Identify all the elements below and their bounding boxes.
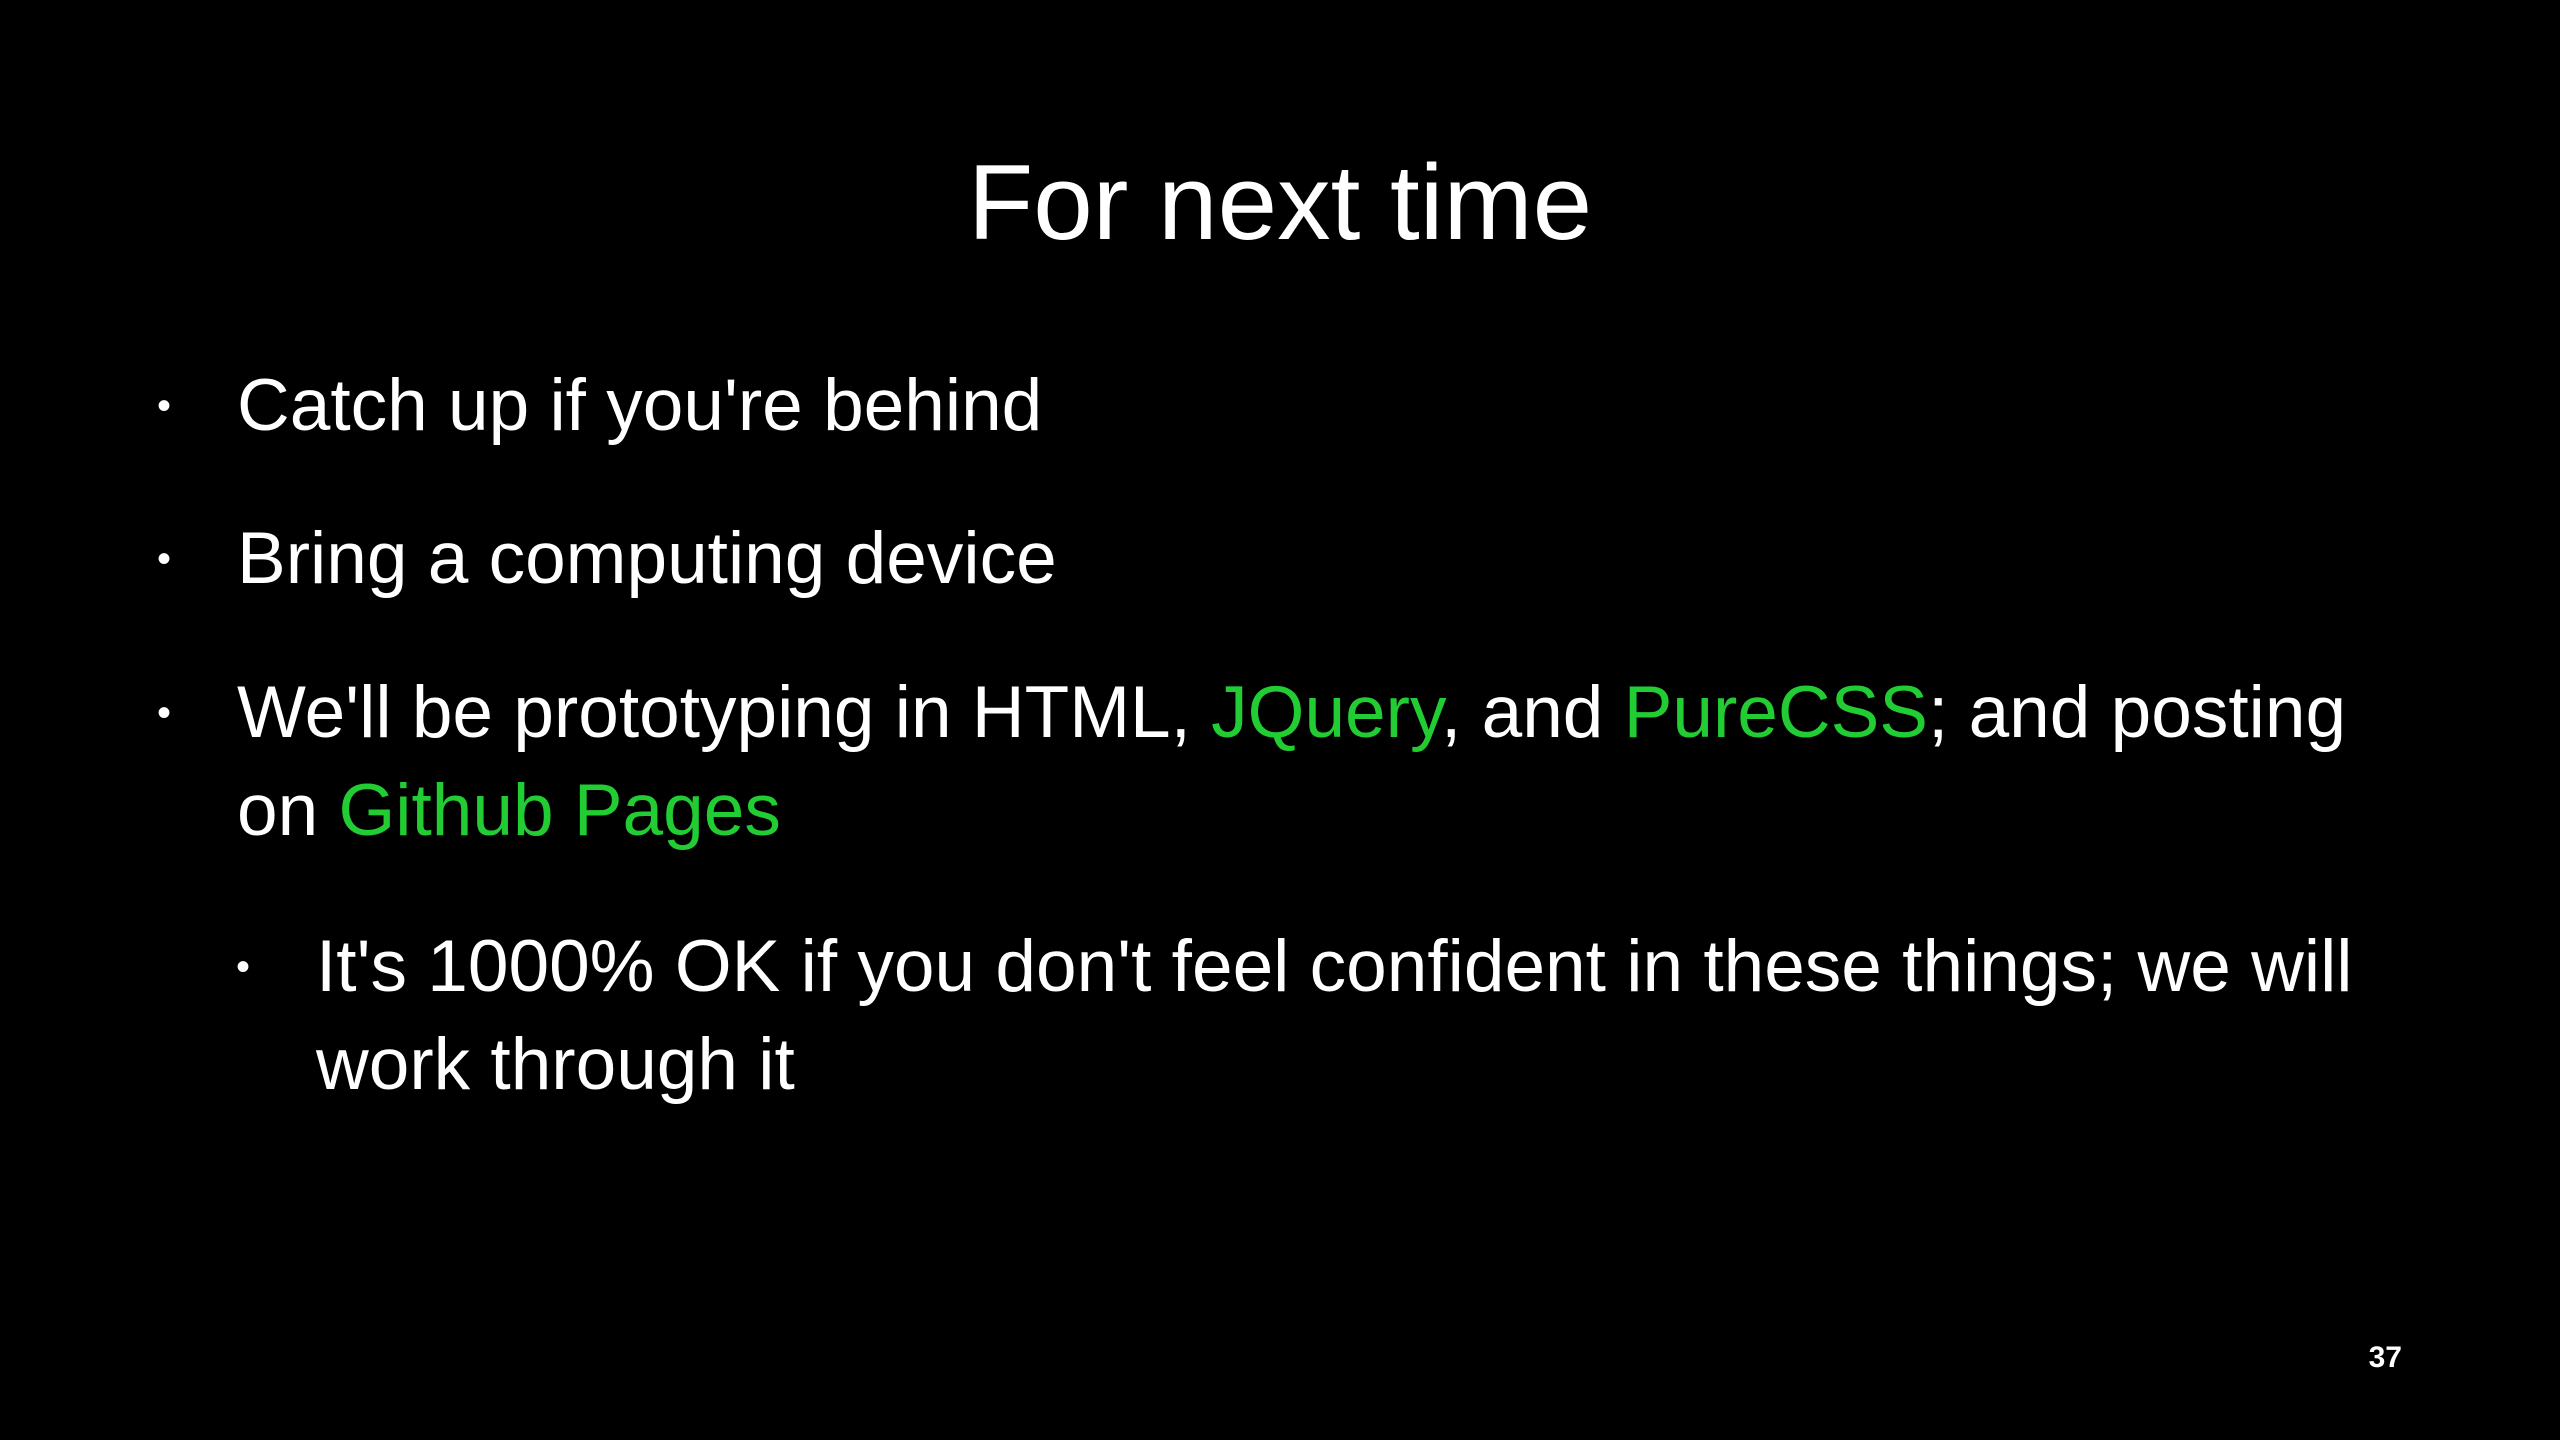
bullet-text-segment: We'll be prototyping in HTML, <box>237 672 1212 753</box>
bullet-text-segment: Bring a computing device <box>237 518 1057 599</box>
jquery-link[interactable]: JQuery <box>1211 672 1441 753</box>
purecss-link[interactable]: PureCSS <box>1624 672 1928 753</box>
bullet-dot-icon: • <box>157 384 172 428</box>
bullet-item: • Bring a computing device <box>157 510 2437 608</box>
bullet-dot-icon: • <box>236 945 251 989</box>
sub-bullet-text: It's 1000% OK if you don't feel confiden… <box>316 918 2396 1114</box>
bullet-text: Catch up if you're behind <box>237 357 2437 455</box>
bullet-dot-icon: • <box>157 691 172 735</box>
bullet-item: • Catch up if you're behind <box>157 357 2437 455</box>
github-pages-link[interactable]: Github Pages <box>338 770 780 851</box>
page-number: 37 <box>2368 1341 2402 1374</box>
sub-bullet-item: • It's 1000% OK if you don't feel confid… <box>236 918 2396 1114</box>
bullet-text: We'll be prototyping in HTML, JQuery, an… <box>237 664 2437 860</box>
bullet-text: Bring a computing device <box>237 510 2437 608</box>
bullet-item: • We'll be prototyping in HTML, JQuery, … <box>157 664 2437 860</box>
slide: For next time • Catch up if you're behin… <box>0 0 2560 1440</box>
bullet-text-segment: It's 1000% OK if you don't feel confiden… <box>316 926 2353 1105</box>
bullet-text-segment: Catch up if you're behind <box>237 365 1043 446</box>
bullet-dot-icon: • <box>157 537 172 581</box>
bullet-text-segment: , and <box>1441 672 1624 753</box>
bullet-list: • Catch up if you're behind • Bring a co… <box>0 0 2560 1440</box>
